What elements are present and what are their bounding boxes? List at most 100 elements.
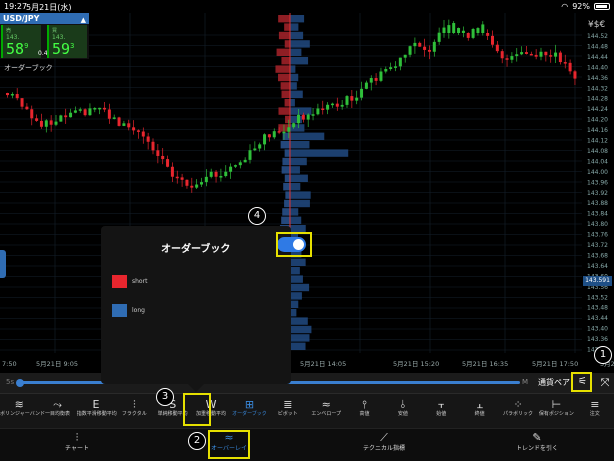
candle-body [64, 115, 68, 118]
price-chart[interactable]: 144.52 144.48 144.44 144.40 144.36 144.32 144.… [0, 13, 614, 374]
overlay-tool-0[interactable]: ≋ ボリンジャーバンド [0, 394, 45, 429]
status-bar: 19:27 5月21日(水) ◠ 92% [0, 0, 614, 13]
overlay-tool-label: 高値 [359, 411, 370, 417]
overlay-tool-icon: ⫯ [362, 398, 367, 411]
candle-body [6, 93, 9, 96]
currency-pair-button[interactable]: 通貨ペア [538, 377, 570, 388]
nav-item-3[interactable]: ✎ トレンドを引く [497, 429, 577, 461]
overlay-tool-icon: ⤳ [53, 398, 62, 411]
candle-body [185, 179, 189, 186]
order-book-long-bar [290, 300, 299, 308]
candle-body [35, 118, 39, 121]
overlay-tools-row: ≋ ボリンジャーバンド ⤳ 一目均衡表 E 指数平滑移動平均 ⫶ フラクタル S 単純移動平均 W 加… [0, 393, 614, 428]
price-axis-label: 143.96 [587, 179, 608, 186]
price-axis-label: 144.36 [587, 75, 608, 82]
candle-body [107, 109, 111, 119]
side-panel-handle[interactable] [0, 250, 6, 278]
overlay-tool-icon: ≈ [321, 398, 331, 411]
overlay-tool-label: オーダーブック [232, 411, 267, 417]
battery-icon [594, 3, 610, 10]
candle-body [146, 136, 150, 142]
candle-body [156, 150, 160, 156]
annotation-badge-2: 2 [188, 432, 206, 450]
candle-body [335, 103, 339, 107]
price-axis-label: 144.32 [587, 85, 608, 92]
overlay-tool-icon: ⫠ [476, 398, 484, 411]
candle-body [243, 159, 247, 163]
candle-body [180, 177, 184, 180]
candle-body [30, 109, 34, 119]
candle-body [301, 114, 305, 120]
overlay-tool-10[interactable]: ⫰ 安値 [384, 394, 422, 429]
candle-body [39, 120, 43, 127]
candle-body [224, 171, 228, 177]
candle-body [364, 82, 368, 89]
candle-body [166, 159, 170, 167]
overlay-tool-13[interactable]: ⁘ パラボリック [499, 394, 537, 429]
candle-body [15, 93, 19, 99]
candle-body [539, 51, 543, 57]
price-axis-label: 143.36 [587, 336, 608, 343]
order-book-long-bar [290, 31, 304, 40]
overlay-tool-8[interactable]: ≈ エンベロープ [307, 394, 345, 429]
candle-body [345, 96, 349, 105]
overlay-tool-12[interactable]: ⫠ 終値 [461, 394, 499, 429]
candle-body [83, 109, 87, 116]
timeline-knob[interactable] [16, 379, 24, 387]
candle-body [204, 176, 208, 183]
price-axis-label: 144.28 [587, 96, 608, 103]
candle-body [563, 62, 567, 64]
order-book-long-bar [290, 208, 299, 216]
candle-body [175, 176, 179, 179]
order-book-short-bar [284, 40, 290, 48]
order-book-short-bar [284, 199, 290, 208]
overlay-tool-7[interactable]: ≣ ピボット [269, 394, 307, 429]
order-book-short-bar [278, 73, 290, 82]
order-book-long-bar [290, 40, 310, 48]
sell-quote[interactable]: 売 143. 589 [1, 25, 41, 58]
currency-icon[interactable]: ¥$€ [588, 20, 605, 30]
overlay-tool-icon: ⊢ [551, 398, 562, 411]
overlay-tool-icon: ≣ [283, 398, 293, 411]
price-axis-label: 144.24 [587, 106, 608, 113]
overlay-tool-6[interactable]: ⊞ オーダーブック [230, 394, 268, 429]
legend-long-swatch [112, 304, 127, 317]
price-axis-label: 143.52 [587, 294, 608, 301]
overlay-tool-3[interactable]: ⫶ フラクタル [115, 394, 153, 429]
nav-item-2[interactable]: ⟋ テクニカル指標 [344, 429, 424, 461]
overlay-tool-1[interactable]: ⤳ 一目均衡表 [38, 394, 76, 429]
price-axis-label: 143.92 [587, 190, 608, 197]
timeline-scrubber[interactable]: 5s M 通貨ペア [0, 373, 614, 393]
candle-body [267, 134, 271, 138]
buy-pips: 593 [52, 40, 75, 58]
nav-item-0[interactable]: ⫶ チャート [37, 429, 117, 461]
buy-quote[interactable]: 買 143. 593 [47, 25, 87, 58]
nav-label: トレンドを引く [515, 445, 558, 452]
candle-body [447, 25, 451, 33]
overlay-tool-2[interactable]: E 指数平滑移動平均 [76, 394, 117, 429]
overlay-tool-9[interactable]: ⫯ 高値 [345, 394, 383, 429]
highlight-box-toggle [276, 232, 312, 257]
overlay-tool-label: パラボリック [503, 411, 534, 417]
candle-body [408, 46, 412, 55]
pair-name: USD/JPY [3, 14, 40, 23]
pair-quote-box[interactable]: USD/JPY ▲ 売 143. 589 0.4 買 143. 593 [0, 13, 89, 59]
price-axis-label: 144.16 [587, 127, 608, 134]
candle-body [238, 162, 242, 166]
candle-body [78, 109, 82, 111]
time-axis-label: 5月21日 14:05 [300, 360, 346, 368]
overlay-tool-15[interactable]: ≡ 注文 [576, 394, 614, 429]
candle-body [195, 184, 199, 188]
order-book-long-bar [290, 292, 302, 300]
overlay-tool-11[interactable]: ⫟ 始値 [422, 394, 460, 429]
overlay-tool-14[interactable]: ⊢ 保有ポジション [537, 394, 575, 429]
overlay-tool-label: 指数平滑移動平均 [76, 411, 117, 417]
order-book-short-bar [281, 57, 290, 65]
candle-body [277, 131, 281, 133]
pair-selector[interactable]: USD/JPY ▲ [0, 13, 89, 24]
fullscreen-button[interactable]: ⤧ [597, 374, 613, 392]
candle-body [452, 23, 456, 33]
candle-body [573, 71, 577, 79]
order-book-long-bar [290, 334, 310, 342]
candle-body [170, 166, 174, 177]
